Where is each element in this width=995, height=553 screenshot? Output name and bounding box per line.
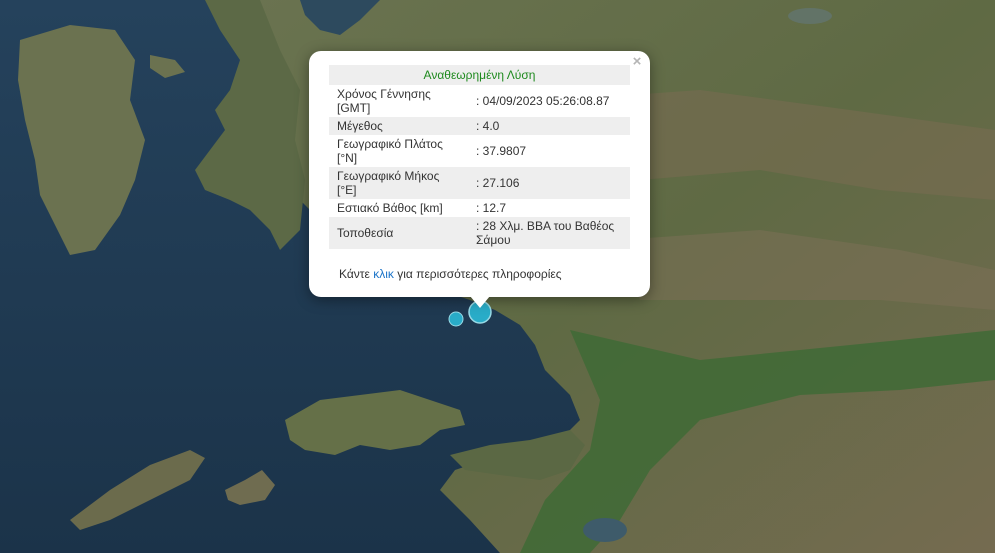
origin-time-label: Χρόνος Γέννησης [GMT]: [337, 87, 431, 115]
lake: [583, 518, 627, 542]
earthquake-marker-small[interactable]: [448, 311, 464, 327]
origin-time-value: : 04/09/2023 05:26:08.87: [476, 94, 610, 108]
magnitude-label: Μέγεθος: [329, 117, 468, 135]
depth-label: Εστιακό Βάθος [km]: [337, 201, 443, 215]
depth-value: : 12.7: [476, 201, 507, 215]
location-value: : 28 Χλμ. ΒΒΑ του Βαθέος Σάμου: [468, 217, 630, 249]
earthquake-info-table: Αναθεωρημένη Λύση Χρόνος Γέννησης [GMT] …: [329, 65, 630, 249]
location-label: Τοποθεσία: [329, 217, 468, 249]
latitude-value: : 37.9807: [476, 144, 527, 158]
popup-pointer: [470, 296, 490, 308]
footer-suffix: για περισσότερες πληροφορίες: [393, 267, 562, 281]
close-icon[interactable]: ×: [630, 54, 644, 69]
longitude-label: Γεωγραφικό Μήκος [°E]: [329, 167, 468, 199]
magnitude-value: : 4.0: [468, 117, 630, 135]
more-info-link[interactable]: κλικ: [373, 267, 394, 281]
footer-prefix: Κάντε: [339, 267, 374, 281]
lake-north: [788, 8, 832, 24]
more-info-text: Κάντε κλικ για περισσότερες πληροφορίες: [339, 267, 562, 281]
solution-header: Αναθεωρημένη Λύση: [329, 65, 630, 85]
latitude-label: Γεωγραφικό Πλάτος [°N]: [337, 137, 443, 165]
longitude-value: : 27.106: [468, 167, 630, 199]
